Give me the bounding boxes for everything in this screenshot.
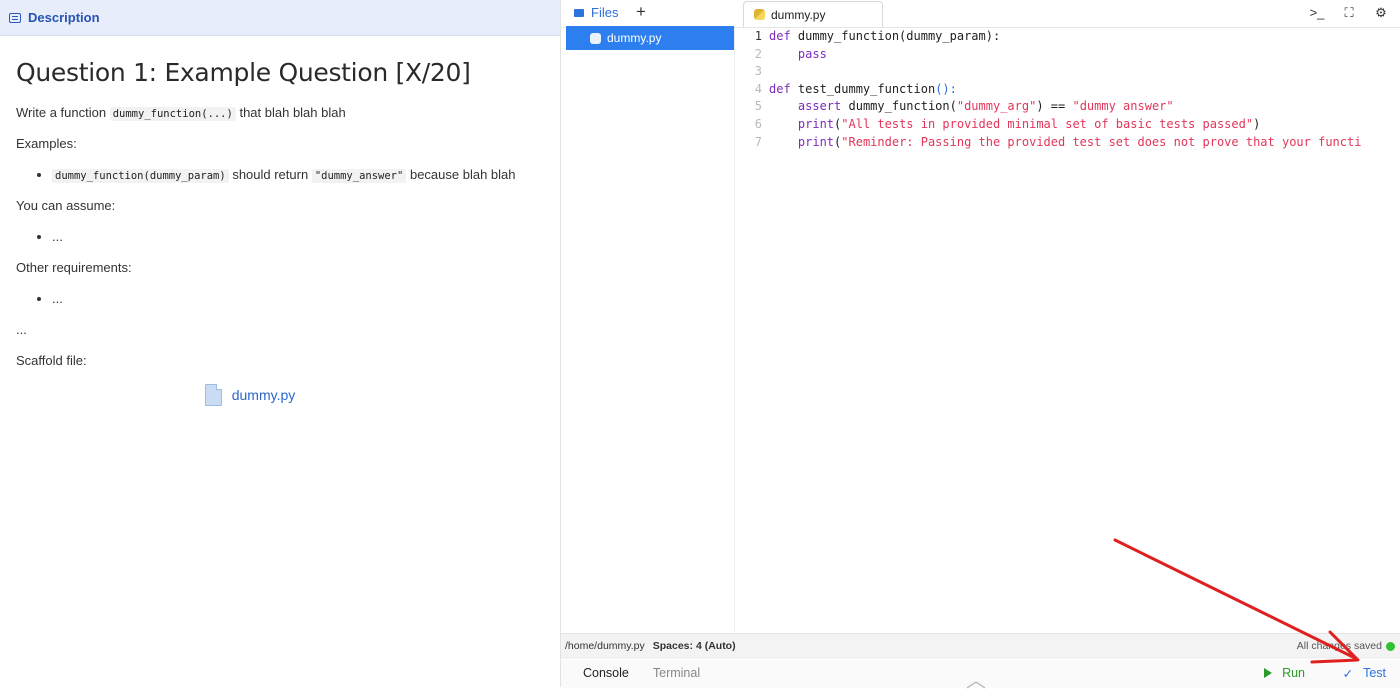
- description-content: Question 1: Example Question [X/20] Writ…: [0, 58, 560, 406]
- code-keyword: print: [797, 134, 835, 149]
- python-icon: [754, 9, 765, 20]
- line-number: 1: [754, 29, 762, 43]
- code-text: print("Reminder: Passing the provided te…: [769, 134, 1362, 152]
- document-icon: [9, 12, 21, 23]
- check-icon: ✓: [1342, 666, 1354, 681]
- code-string: "All tests in provided minimal set of ba…: [841, 116, 1254, 131]
- code-keyword: print: [797, 116, 835, 131]
- example-code-call: dummy_function(dummy_param): [52, 169, 229, 183]
- bottom-bar: Console Terminal ︿ Run ✓ Test: [561, 657, 1400, 692]
- code-keyword: def: [769, 29, 791, 43]
- line-number: 2: [754, 46, 762, 61]
- description-header[interactable]: Description: [0, 0, 560, 36]
- question-heading: Question 1: Example Question [X/20]: [16, 58, 471, 87]
- status-file-path: /home/dummy.py: [565, 640, 645, 652]
- example-item: dummy_function(dummy_param) should retur…: [52, 167, 544, 183]
- code-plain: ) ==: [1036, 99, 1073, 114]
- code-text: def test_dummy_function():: [769, 81, 957, 99]
- python-icon: [590, 32, 601, 44]
- folder-icon: [574, 8, 584, 17]
- line-number: 3: [754, 64, 762, 79]
- code-plain: dummy_function(dummy_param):: [790, 29, 1001, 43]
- examples-label: Examples:: [16, 136, 77, 151]
- tab-terminal[interactable]: Terminal: [653, 666, 700, 680]
- terminal-icon[interactable]: >_: [1308, 5, 1326, 21]
- scaffold-file-name[interactable]: dummy.py: [232, 387, 296, 403]
- code-text: print("All tests in provided minimal set…: [769, 116, 1260, 134]
- example-mid: should return: [232, 167, 309, 182]
- ide-panel: Files + dummy.py >_ ⛶ ⚙ dummy.py 1 def d…: [561, 0, 1400, 692]
- files-tab-label: Files: [591, 5, 619, 20]
- intro-paragraph: Write a function dummy_function(...) tha…: [16, 105, 544, 121]
- intro-prefix: Write a function: [16, 105, 107, 120]
- ellipsis-text: ...: [16, 322, 27, 337]
- tab-console[interactable]: Console: [583, 666, 629, 680]
- fullscreen-icon[interactable]: ⛶: [1340, 5, 1358, 21]
- code-paren: ():: [935, 81, 957, 96]
- status-bar: /home/dummy.py Spaces: 4 (Auto) All chan…: [561, 633, 1400, 658]
- ide-topbar: Files + dummy.py >_ ⛶ ⚙: [561, 0, 1400, 28]
- line-number: 7: [754, 134, 762, 149]
- other-requirements-list: ...: [16, 291, 544, 306]
- run-button[interactable]: Run: [1264, 666, 1305, 680]
- file-icon: [204, 384, 222, 406]
- line-number: 5: [754, 99, 762, 114]
- example-suffix: because blah blah: [409, 167, 516, 182]
- examples-list: dummy_function(dummy_param) should retur…: [16, 167, 544, 183]
- intro-code: dummy_function(...): [109, 107, 236, 121]
- assume-list: ...: [16, 229, 544, 244]
- description-panel: Description Question 1: Example Question…: [0, 0, 561, 687]
- code-line: 1 def dummy_function(dummy_param):: [736, 28, 1400, 46]
- code-string: "Reminder: Passing the provided test set…: [841, 134, 1362, 149]
- intro-suffix: that blah blah blah: [239, 105, 346, 120]
- code-keyword: assert: [797, 99, 842, 114]
- save-status: All changes saved: [1296, 640, 1382, 652]
- code-text: pass: [769, 46, 827, 64]
- run-label: Run: [1282, 666, 1305, 680]
- assume-label: You can assume:: [16, 198, 116, 213]
- code-plain: test_dummy_function: [790, 81, 936, 96]
- code-editor[interactable]: 1 def dummy_function(dummy_param): 2 pas…: [736, 28, 1400, 632]
- code-text: def dummy_function(dummy_param):: [769, 28, 1000, 46]
- code-text: assert dummy_function("dummy_arg") == "d…: [769, 98, 1174, 116]
- assume-item: ...: [52, 229, 544, 244]
- code-line: 4 def test_dummy_function():: [736, 81, 1400, 99]
- editor-tab-label: dummy.py: [771, 7, 826, 22]
- code-plain: dummy_function(: [841, 99, 957, 114]
- code-string: "dummy_arg": [956, 99, 1037, 114]
- toolbar-icons: >_ ⛶ ⚙: [1308, 5, 1390, 21]
- test-label: Test: [1363, 666, 1386, 680]
- file-tree-item-label: dummy.py: [607, 31, 662, 45]
- code-line: 6 print("All tests in provided minimal s…: [736, 116, 1400, 134]
- code-keyword: def: [769, 81, 791, 96]
- new-file-button[interactable]: +: [636, 2, 646, 22]
- code-string: "dummy answer": [1072, 99, 1174, 114]
- scaffold-label: Scaffold file:: [16, 353, 87, 368]
- code-line: 5 assert dummy_function("dummy_arg") == …: [736, 98, 1400, 116]
- saved-indicator-dot: [1386, 641, 1395, 651]
- code-line: 3: [736, 63, 1400, 81]
- file-tree: dummy.py: [566, 26, 735, 632]
- file-tree-item-dummy-py[interactable]: dummy.py: [566, 26, 734, 50]
- code-line: 2 pass: [736, 46, 1400, 64]
- test-button[interactable]: ✓ Test: [1343, 666, 1386, 681]
- line-number: 4: [754, 81, 762, 96]
- settings-icon[interactable]: ⚙: [1372, 5, 1390, 21]
- scaffold-file-link[interactable]: dummy.py: [0, 384, 544, 406]
- code-keyword: pass: [797, 46, 827, 61]
- line-number: 6: [754, 116, 762, 131]
- example-code-answer: "dummy_answer": [311, 169, 407, 183]
- other-requirements-item: ...: [52, 291, 544, 306]
- code-plain: ): [1253, 116, 1261, 131]
- code-line: 7 print("Reminder: Passing the provided …: [736, 134, 1400, 152]
- description-header-label: Description: [28, 10, 100, 25]
- other-requirements-label: Other requirements:: [16, 260, 132, 275]
- editor-tab-dummy-py[interactable]: dummy.py: [743, 1, 883, 27]
- play-icon: [1264, 668, 1273, 678]
- indentation-setting[interactable]: Spaces: 4 (Auto): [653, 640, 736, 652]
- files-tab[interactable]: Files: [574, 5, 618, 20]
- expand-panel-icon[interactable]: ︿: [966, 664, 986, 693]
